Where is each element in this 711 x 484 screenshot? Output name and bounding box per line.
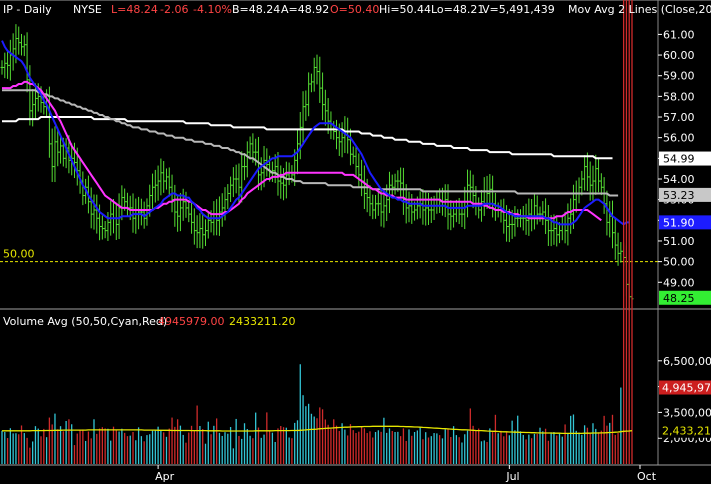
volume-tick-label: 6,500,000 <box>663 355 711 368</box>
volume-value-2: 2433211.20 <box>229 315 295 328</box>
volume-study-label: Volume Avg (50,50,Cyan,Red) <box>3 315 167 328</box>
price-tick-label: 54.00 <box>663 173 695 186</box>
chart-background <box>0 0 711 484</box>
last-price: L=48.24 <box>111 3 158 16</box>
time-tick-label: Jul <box>505 470 519 483</box>
price-tick-label: 50.00 <box>663 256 695 269</box>
price-tick-label: 60.00 <box>663 49 695 62</box>
time-tick-label: Apr <box>155 470 175 483</box>
volume-value-1: 4945979.00 <box>158 315 224 328</box>
high-price: Hi=50.44 <box>379 3 431 16</box>
ask-price: A=48.92 <box>281 3 329 16</box>
price-tick-label: 49.00 <box>663 276 695 289</box>
price-tag-label: 54.99 <box>663 153 695 166</box>
price-tick-label: 57.00 <box>663 111 695 124</box>
volume-header: Volume Avg (50,50,Cyan,Red) 4945979.00 2… <box>3 315 295 328</box>
price-tick-label: 61.00 <box>663 28 695 41</box>
price-tick-label: 56.00 <box>663 132 695 145</box>
price-tick-label: 59.00 <box>663 70 695 83</box>
open-price: O=50.40 <box>330 3 379 16</box>
price-change: -2.06 <box>160 3 188 16</box>
time-tick-label: Oct <box>637 470 657 483</box>
level-line-label: 50.00 <box>3 248 35 261</box>
price-tag-label: 48.25 <box>663 292 695 305</box>
study-label: Mov Avg 2 Lines (Close,20,5 <box>568 3 711 16</box>
bid-price: B=48.24 <box>232 3 280 16</box>
volume-last-tag-label: 4,945,979 <box>662 382 711 395</box>
volume-tick-label: 3,500,000 <box>663 406 711 419</box>
price-tick-label: 51.00 <box>663 235 695 248</box>
percent-change: -4.10% <box>193 3 232 16</box>
exchange-label: NYSE <box>73 3 102 16</box>
stock-chart[interactable]: 50.00 61.0060.0059.0058.0057.0056.0055.0… <box>0 0 711 484</box>
price-tag-label: 51.90 <box>663 216 695 229</box>
low-price: Lo=48.21 <box>431 3 484 16</box>
symbol-label: IP - Daily <box>3 3 52 16</box>
price-tag-label: 53.23 <box>663 189 695 202</box>
volume-avg-tag-label: 2,433,211 <box>662 425 711 438</box>
price-tick-label: 58.00 <box>663 90 695 103</box>
volume-value: V=5,491,439 <box>482 3 555 16</box>
